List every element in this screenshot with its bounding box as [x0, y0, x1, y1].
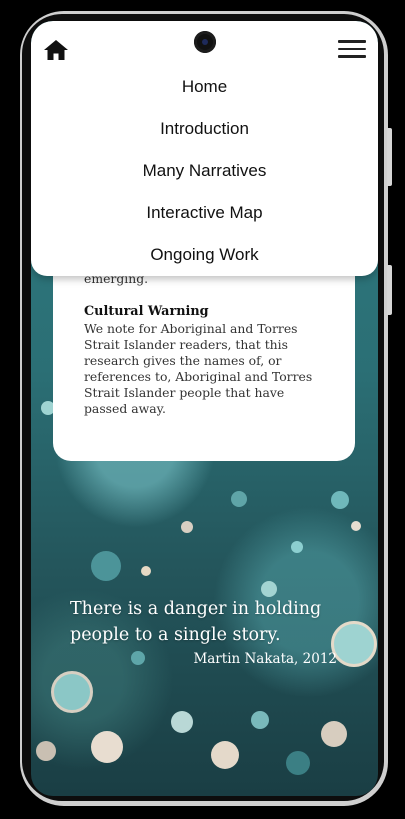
screen: emerging. Cultural Warning We note for A…: [31, 21, 378, 796]
menu-item-home[interactable]: Home: [31, 77, 378, 97]
cultural-warning-body: We note for Aboriginal and Torres Strait…: [84, 321, 313, 416]
front-camera: [194, 31, 216, 53]
power-button: [387, 265, 392, 315]
home-icon[interactable]: [43, 38, 69, 62]
quote-text: There is a danger in holding people to a…: [70, 599, 322, 645]
menu-item-introduction[interactable]: Introduction: [31, 119, 378, 139]
menu-item-many-narratives[interactable]: Many Narratives: [31, 161, 378, 181]
hamburger-menu-icon[interactable]: [338, 40, 366, 62]
nav-menu: Home Introduction Many Narratives Intera…: [31, 21, 378, 276]
volume-button: [387, 128, 392, 186]
quote-attribution: Martin Nakata, 2012: [193, 651, 337, 667]
menu-item-ongoing-work[interactable]: Ongoing Work: [31, 245, 378, 265]
menu-item-interactive-map[interactable]: Interactive Map: [31, 203, 378, 223]
cultural-warning-heading: Cultural Warning: [84, 304, 209, 319]
